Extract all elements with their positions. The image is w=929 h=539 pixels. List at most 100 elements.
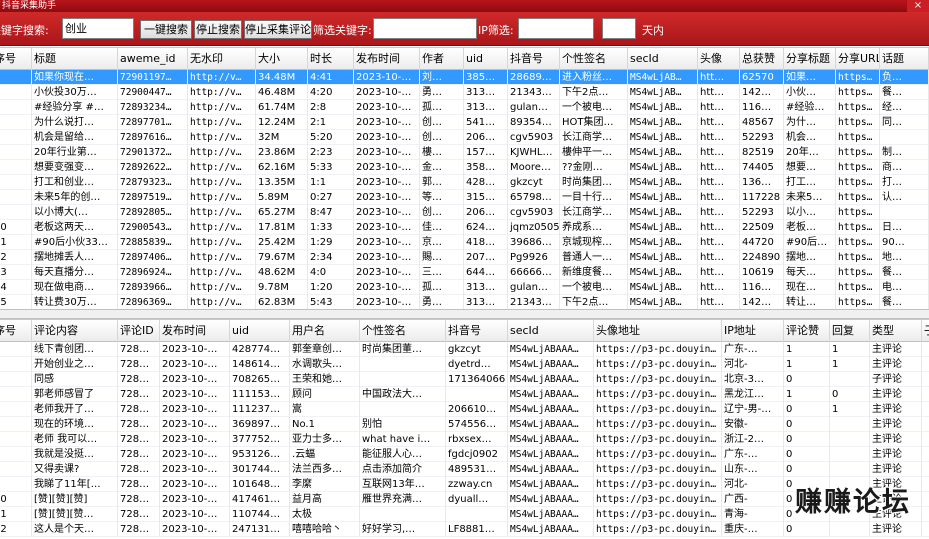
video-cell: 385… [464,70,508,85]
video-row[interactable]: 0如果你现在…72901197…http://v…34.48M4:412023-… [0,70,929,85]
days-input[interactable] [602,18,636,39]
comment-row[interactable]: 6老师 我可以…728…2023-10-…377752…亚力士多…what ha… [0,432,929,447]
video-cell: https… [836,70,880,85]
comment-row[interactable]: 10[赞][赞][赞]728…2023-10-…417461…益月高雁世界充满…… [0,492,929,507]
video-cell: 时尚集团… [560,175,628,190]
comment-column-header[interactable]: 个性签名 [360,320,446,342]
video-cell: 21343… [508,295,560,309]
video-column-header[interactable]: 个性签名 [560,48,628,70]
stop-comment-collect-button[interactable]: 停止采集评论 [244,20,312,39]
video-cell: 创… [420,115,464,130]
video-cell: MS4wLjAB… [628,115,698,130]
video-cell: 10619 [740,265,784,280]
video-column-header[interactable]: 无水印 [188,48,256,70]
video-row[interactable]: 7打工和创业…72879323…http://v…13.35M1:12023-1… [0,175,929,190]
comment-cell: 728… [118,447,160,462]
comment-row[interactable]: 2同感728…2023-10-…708265…王荣和她… 171364066MS4… [0,372,929,387]
video-cell: MS4wLjAB… [628,85,698,100]
stop-search-button[interactable]: 停止搜索 [194,20,242,39]
comment-cell: https://p3-pc.douyin… [594,372,722,387]
comment-column-header[interactable]: 类型 [870,320,922,342]
comment-column-header[interactable]: 头像地址 [594,320,722,342]
video-row[interactable]: 9以小博大(…72892805…http://v…65.27M8:472023-… [0,205,929,220]
comment-row[interactable]: 1开始创业之…728…2023-10-…148614…水调歌头…dyetrd…M… [0,357,929,372]
comment-row[interactable]: 8又得卖课?728…2023-10-…301744…法兰西多…点击添加简介489… [0,462,929,477]
comment-row[interactable]: 9我睇了11年[…728…2023-10-…101648…李縻互联网13年…zz… [0,477,929,492]
video-row[interactable]: 6想要变强变…72892622…http://v…62.16M5:332023-… [0,160,929,175]
video-column-header[interactable]: 总获赞 [740,48,784,70]
comment-column-header[interactable]: 评论ID [118,320,160,342]
comment-column-header[interactable]: 抖音号 [446,320,508,342]
video-row[interactable]: 1小伙投30万…72900447…http://v…46.48M4:202023… [0,85,929,100]
video-column-header[interactable]: secId [628,48,698,70]
video-column-header[interactable]: 分享标题 [784,48,836,70]
filter-keyword-input[interactable] [373,18,477,39]
comment-row[interactable]: 12这人是个天…728…2023-10-…247131…嘻嘻哈哈丶好好学习,…L… [0,522,929,537]
video-cell: https… [836,145,880,160]
video-cell: Pg9926 [508,250,560,265]
comment-column-header[interactable]: 评论赞 [784,320,830,342]
video-row[interactable]: 2#经验分享 #…72893234…http://v…61.74M2:82023… [0,100,929,115]
video-cell: #经验… [784,100,836,115]
video-row[interactable]: 14现在做电商…72893966…http://v…9.78M1:202023-… [0,280,929,295]
comment-cell [830,522,870,537]
comment-column-header[interactable]: 子评 [922,320,929,342]
video-cell: MS4wLjAB… [628,100,698,115]
video-column-header[interactable]: 大小 [256,48,308,70]
comment-column-header[interactable]: 发布时间 [160,320,230,342]
splitter[interactable] [0,309,929,319]
comment-cell [922,402,929,417]
video-cell: 48567 [740,115,784,130]
video-row[interactable]: 10老板这两天…72900543…http://v…17.81M1:332023… [0,220,929,235]
comment-row[interactable]: 3郭老师感冒了728…2023-10-…111153…顾问中国政法大… MS4wL… [0,387,929,402]
ip-filter-input[interactable] [518,18,594,39]
video-column-header[interactable]: 序号 [0,48,32,70]
video-column-header[interactable]: 标题 [32,48,118,70]
video-column-header[interactable]: 头像 [698,48,740,70]
comment-row[interactable]: 5现在的环境…728…2023-10-…369897…No.1别怕574556…… [0,417,929,432]
comment-row[interactable]: 7我就是没挺…728…2023-10-…953126….云蝠能征服人心…fgdc… [0,447,929,462]
comment-row[interactable]: 0线下青创团…728…2023-10-…428774…郭奎章创…时尚集团董…gk… [0,342,929,357]
video-cell: 72897616… [118,130,188,145]
comment-column-header[interactable]: secId [508,320,594,342]
comment-column-header[interactable]: 序号 [0,320,32,342]
video-column-header[interactable]: aweme_id [118,48,188,70]
video-row[interactable]: 4机会是留给…72897616…http://v…32M5:202023-10-… [0,130,929,145]
video-column-header[interactable]: 话题 [880,48,929,70]
video-column-header[interactable]: 分享URL [836,48,880,70]
toolbar: 关键字搜索: 创业 一键搜索 停止搜索 停止采集评论 筛选关键字: IP筛选: … [0,12,929,46]
video-row[interactable]: 3为什么说打…72897701…http://v…12.24M2:12023-1… [0,115,929,130]
video-row[interactable]: 15转让费30万…72896369…http://v…62.83M5:43202… [0,295,929,309]
video-row[interactable]: 8未来5年的创…72897519…http://v…5.89M0:272023-… [0,190,929,205]
video-cell: 小伙… [784,85,836,100]
video-cell: 2023-10-… [354,295,420,309]
comment-column-header[interactable]: IP地址 [722,320,784,342]
video-row[interactable]: 11#90后小伙33…72885839…http://v…25.42M1:292… [0,235,929,250]
video-cell: 52293 [740,205,784,220]
comment-cell: 亚力士多… [290,432,360,447]
search-button[interactable]: 一键搜索 [140,20,192,39]
video-column-header[interactable]: uid [464,48,508,70]
video-cell: 一个被电… [560,280,628,295]
comment-column-header[interactable]: 回复 [830,320,870,342]
comment-cell: 101648… [230,477,290,492]
keyword-input[interactable]: 创业 [62,18,134,39]
comment-row[interactable]: 4老师我开了…728…2023-10-…111237…嵩 206610…MS4wL… [0,402,929,417]
video-row[interactable]: 13每天直播分…72896924…http://v…48.62M4:02023-… [0,265,929,280]
video-cell: 下午2点… [560,85,628,100]
video-column-header[interactable]: 作者 [420,48,464,70]
comment-column-header[interactable]: 用户名 [290,320,360,342]
comment-column-header[interactable]: uid [230,320,290,342]
video-cell: 541… [464,115,508,130]
comment-column-header[interactable]: 评论内容 [32,320,118,342]
close-icon[interactable]: × [907,0,929,12]
video-column-header[interactable]: 抖音号 [508,48,560,70]
video-column-header[interactable]: 发布时间 [354,48,420,70]
video-cell: 孤… [420,280,464,295]
comment-cell: 0 [784,432,830,447]
comment-cell: 广东-… [722,447,784,462]
video-row[interactable]: 520年行业第…72901372…http://v…23.86M2:232023… [0,145,929,160]
comment-row[interactable]: 11[赞][赞][赞…728…2023-10-…110744…太极 MS4wLjA… [0,507,929,522]
video-column-header[interactable]: 时长 [308,48,354,70]
video-row[interactable]: 12摆地摊丢人…72897406…http://v…79.67M2:342023… [0,250,929,265]
